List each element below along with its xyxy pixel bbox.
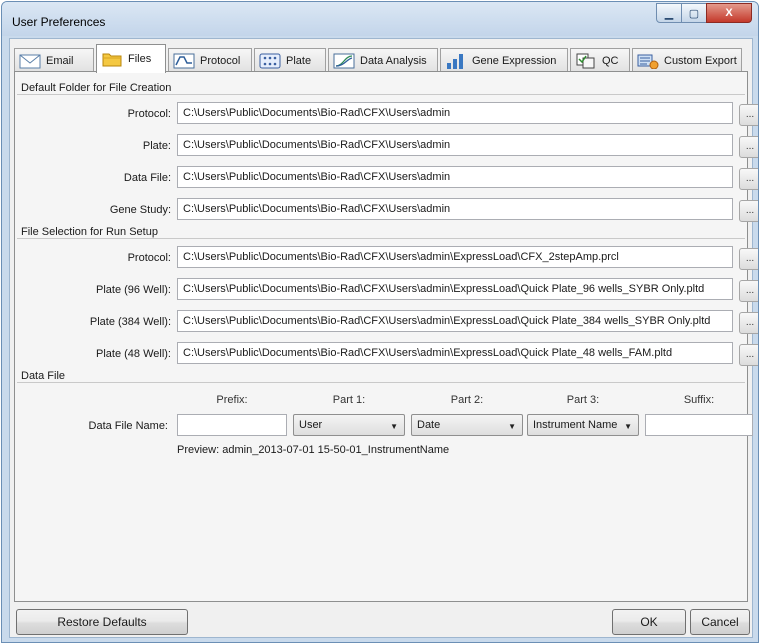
default-plate-path-field[interactable]: C:\Users\Public\Documents\Bio-Rad\CFX\Us… bbox=[177, 134, 733, 156]
chevron-down-icon: ▼ bbox=[390, 422, 398, 431]
tab-label: Email bbox=[46, 54, 74, 67]
run-plate-384-browse-button[interactable]: ... bbox=[739, 312, 758, 334]
tab-label: QC bbox=[602, 54, 619, 67]
chevron-down-icon: ▼ bbox=[508, 422, 516, 431]
suffix-input[interactable] bbox=[645, 414, 753, 436]
folder-icon bbox=[102, 53, 122, 67]
tab-files[interactable]: Files bbox=[96, 44, 166, 73]
part3-column-label: Part 3: bbox=[566, 394, 600, 406]
default-protocol-path-field[interactable]: C:\Users\Public\Documents\Bio-Rad\CFX\Us… bbox=[177, 102, 733, 124]
tab-protocol[interactable]: Protocol bbox=[168, 48, 252, 72]
close-icon: X bbox=[725, 7, 733, 19]
default-gene-study-path-field[interactable]: C:\Users\Public\Documents\Bio-Rad\CFX\Us… bbox=[177, 198, 733, 220]
run-protocol-path-field[interactable]: C:\Users\Public\Documents\Bio-Rad\CFX\Us… bbox=[177, 246, 733, 268]
run-plate-48-browse-button[interactable]: ... bbox=[739, 344, 758, 366]
plate-grid-icon bbox=[259, 53, 281, 68]
file-name-preview: Preview: admin_2013-07-01 15-50-01_Instr… bbox=[177, 444, 450, 456]
run-plate-384-label: Plate (384 Well): bbox=[89, 316, 171, 328]
maximize-icon: ▢ bbox=[688, 7, 700, 20]
data-file-group: Data File Prefix: Part 1: Part 2: Part 3… bbox=[15, 364, 753, 602]
suffix-column-label: Suffix: bbox=[683, 394, 715, 406]
tab-qc[interactable]: QC bbox=[570, 48, 630, 72]
run-plate-384-path-field[interactable]: C:\Users\Public\Documents\Bio-Rad\CFX\Us… bbox=[177, 310, 733, 332]
user-preferences-window: User Preferences ▁ ▢ X Email Files Proto… bbox=[1, 1, 759, 643]
bar-chart-icon bbox=[447, 53, 463, 69]
run-setup-group-title: File Selection for Run Setup bbox=[21, 226, 158, 238]
group-divider bbox=[17, 382, 745, 383]
group-divider bbox=[17, 238, 745, 239]
run-plate-96-browse-button[interactable]: ... bbox=[739, 280, 758, 302]
tab-custom-export[interactable]: Custom Export bbox=[632, 48, 742, 72]
default-plate-label: Plate: bbox=[142, 140, 171, 152]
default-plate-browse-button[interactable]: ... bbox=[739, 136, 758, 158]
part1-column-label: Part 1: bbox=[332, 394, 366, 406]
default-gene-study-label: Gene Study: bbox=[109, 204, 171, 216]
tab-gene-expression[interactable]: Gene Expression bbox=[440, 48, 568, 72]
part1-select[interactable]: User ▼ bbox=[293, 414, 405, 436]
dialog-client: Email Files Protocol Plate Data Analysis… bbox=[9, 38, 758, 638]
data-file-group-title: Data File bbox=[21, 370, 66, 382]
part2-select-value: Date bbox=[417, 419, 441, 431]
window-title: User Preferences bbox=[12, 15, 106, 29]
default-protocol-label: Protocol: bbox=[127, 108, 171, 120]
minimize-icon: ▁ bbox=[664, 7, 674, 20]
export-icon bbox=[637, 54, 659, 69]
protocol-curve-icon bbox=[173, 53, 195, 68]
part2-select[interactable]: Date ▼ bbox=[411, 414, 523, 436]
default-gene-study-browse-button[interactable]: ... bbox=[739, 200, 758, 222]
run-plate-96-path-field[interactable]: C:\Users\Public\Documents\Bio-Rad\CFX\Us… bbox=[177, 278, 733, 300]
tab-label: Custom Export bbox=[664, 54, 737, 67]
files-tab-panel: Default Folder for File Creation Protoco… bbox=[14, 71, 758, 602]
amplification-curve-icon bbox=[333, 53, 355, 68]
prefix-input[interactable] bbox=[177, 414, 287, 436]
run-protocol-label: Protocol: bbox=[127, 252, 171, 264]
default-data-file-path-field[interactable]: C:\Users\Public\Documents\Bio-Rad\CFX\Us… bbox=[177, 166, 733, 188]
default-data-file-browse-button[interactable]: ... bbox=[739, 168, 758, 190]
qc-check-icon bbox=[576, 53, 595, 68]
title-bar[interactable]: User Preferences ▁ ▢ X bbox=[2, 2, 758, 36]
part2-column-label: Part 2: bbox=[450, 394, 484, 406]
minimize-button[interactable]: ▁ bbox=[656, 3, 682, 23]
tab-label: Plate bbox=[286, 54, 312, 67]
chevron-down-icon: ▼ bbox=[624, 422, 632, 431]
envelope-icon bbox=[19, 54, 41, 68]
maximize-button[interactable]: ▢ bbox=[681, 3, 707, 23]
tab-label: Gene Expression bbox=[472, 54, 557, 67]
default-protocol-browse-button[interactable]: ... bbox=[739, 104, 758, 126]
close-button[interactable]: X bbox=[706, 3, 752, 23]
data-file-name-label: Data File Name: bbox=[88, 420, 168, 432]
run-plate-96-label: Plate (96 Well): bbox=[96, 284, 171, 296]
run-protocol-browse-button[interactable]: ... bbox=[739, 248, 758, 270]
ok-button[interactable]: OK bbox=[612, 609, 686, 635]
default-folder-group-title: Default Folder for File Creation bbox=[21, 82, 172, 94]
tab-label: Files bbox=[128, 53, 152, 65]
default-data-file-label: Data File: bbox=[123, 172, 171, 184]
tab-email[interactable]: Email bbox=[14, 48, 94, 72]
run-plate-48-path-field[interactable]: C:\Users\Public\Documents\Bio-Rad\CFX\Us… bbox=[177, 342, 733, 364]
cancel-button[interactable]: Cancel bbox=[690, 609, 750, 635]
tab-plate[interactable]: Plate bbox=[254, 48, 326, 72]
prefix-column-label: Prefix: bbox=[216, 394, 248, 406]
tab-label: Protocol bbox=[200, 54, 241, 67]
group-divider bbox=[17, 94, 745, 95]
run-plate-48-label: Plate (48 Well): bbox=[96, 348, 171, 360]
restore-defaults-button[interactable]: Restore Defaults bbox=[16, 609, 188, 635]
tab-label: Data Analysis bbox=[360, 54, 427, 67]
part3-select-value: Instrument Name bbox=[533, 419, 618, 431]
tab-data-analysis[interactable]: Data Analysis bbox=[328, 48, 438, 72]
part3-select[interactable]: Instrument Name ▼ bbox=[527, 414, 639, 436]
part1-select-value: User bbox=[299, 419, 323, 431]
